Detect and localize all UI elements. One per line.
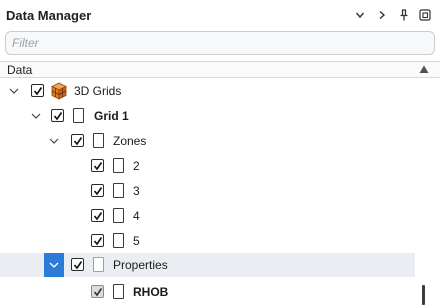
tree-item-label: Zones bbox=[113, 134, 147, 148]
tree-item-label: Properties bbox=[113, 258, 168, 272]
scroll-up-arrow-icon[interactable] bbox=[418, 63, 430, 75]
property-icon bbox=[113, 284, 124, 299]
expand-toggle-icon[interactable] bbox=[44, 129, 64, 153]
checkbox-checked[interactable] bbox=[91, 159, 104, 172]
column-header[interactable]: Data bbox=[0, 61, 440, 78]
checkbox-checked[interactable] bbox=[51, 109, 64, 122]
zone-icon bbox=[113, 233, 124, 248]
chevron-right-icon[interactable] bbox=[374, 6, 390, 24]
zone-icon bbox=[113, 208, 124, 223]
vertical-scrollbar[interactable] bbox=[418, 80, 432, 305]
column-header-label: Data bbox=[7, 63, 33, 77]
panel-titlebar: Data Manager bbox=[0, 0, 440, 30]
tree-row-3d-grids[interactable]: 3D Grids bbox=[0, 79, 415, 103]
pin-icon[interactable] bbox=[396, 6, 412, 24]
panel-title: Data Manager bbox=[6, 8, 92, 23]
zone-icon bbox=[113, 183, 124, 198]
checkbox-checked[interactable] bbox=[71, 258, 84, 271]
float-window-icon[interactable] bbox=[417, 6, 433, 24]
tree-row-rhob[interactable]: RHOB bbox=[0, 280, 415, 304]
filter-box[interactable] bbox=[5, 31, 435, 55]
checkbox-checked[interactable] bbox=[91, 234, 104, 247]
zone-icon bbox=[113, 158, 124, 173]
grid-icon bbox=[73, 108, 84, 123]
tree-item-label: 2 bbox=[133, 159, 140, 173]
expand-toggle-icon[interactable] bbox=[26, 104, 46, 128]
scrollbar-thumb[interactable] bbox=[422, 285, 425, 305]
tree-row-zones[interactable]: Zones bbox=[0, 129, 415, 153]
tree-row-zone-3[interactable]: 3 bbox=[0, 179, 415, 203]
checkbox-checked[interactable] bbox=[91, 285, 104, 298]
folder-icon bbox=[93, 257, 104, 272]
tree-row-zone-4[interactable]: 4 bbox=[0, 204, 415, 228]
folder-icon bbox=[93, 133, 104, 148]
chevron-down-icon[interactable] bbox=[352, 6, 368, 24]
checkbox-checked[interactable] bbox=[91, 184, 104, 197]
checkbox-checked[interactable] bbox=[71, 134, 84, 147]
checkbox-checked[interactable] bbox=[91, 209, 104, 222]
tree-item-label: 4 bbox=[133, 209, 140, 223]
3d-grid-icon bbox=[50, 82, 68, 100]
tree-item-label: RHOB bbox=[133, 285, 169, 299]
expand-toggle-icon[interactable] bbox=[44, 253, 64, 277]
tree-row-zone-5[interactable]: 5 bbox=[0, 229, 415, 253]
tree-item-label: Grid 1 bbox=[94, 109, 129, 123]
tree-item-label: 5 bbox=[133, 234, 140, 248]
tree-item-label: 3 bbox=[133, 184, 140, 198]
checkbox-checked[interactable] bbox=[31, 84, 44, 97]
tree-item-label: 3D Grids bbox=[74, 84, 122, 98]
expand-toggle-icon[interactable] bbox=[4, 79, 24, 103]
tree-row-zone-2[interactable]: 2 bbox=[0, 154, 415, 178]
tree-row-grid-1[interactable]: Grid 1 bbox=[0, 104, 415, 128]
tree-row-properties[interactable]: Properties bbox=[0, 253, 415, 277]
filter-input[interactable] bbox=[6, 32, 434, 54]
